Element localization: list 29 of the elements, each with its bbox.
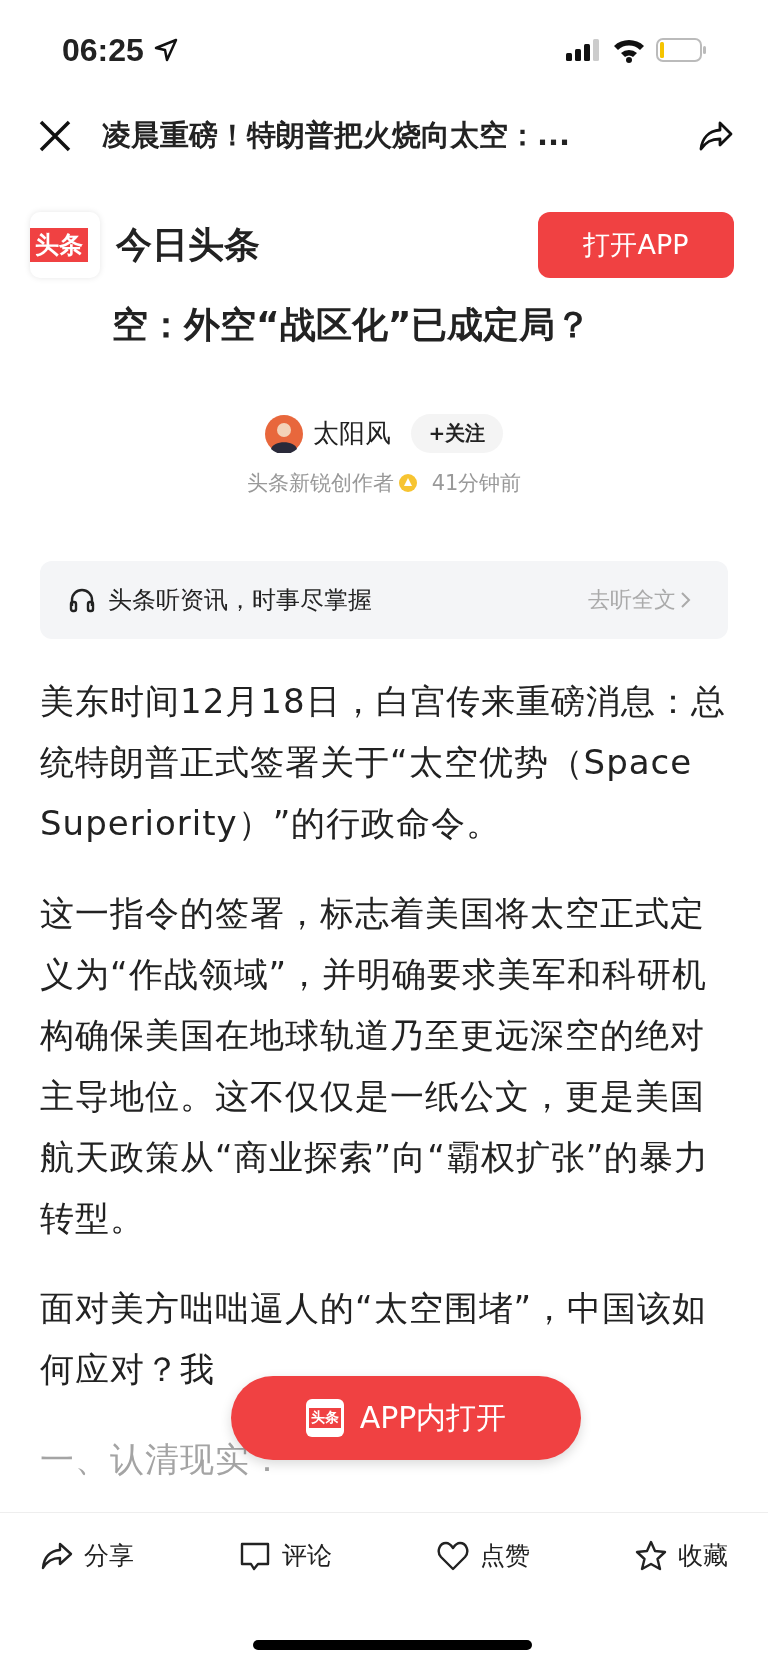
- toolbar-button[interactable]: 评论: [238, 1538, 332, 1573]
- author-role: 头条新锐创作者: [246, 470, 394, 497]
- location-arrow-icon: [153, 38, 178, 62]
- close-icon[interactable]: [38, 119, 72, 153]
- app-logo: 头条: [30, 212, 100, 278]
- article-title: 空：外空“战区化”已成定局？: [111, 303, 593, 347]
- audio-text: 头条听资讯，时事尽掌握: [108, 585, 373, 616]
- follow-button[interactable]: +关注: [410, 414, 504, 453]
- badge-icon: [397, 473, 418, 493]
- open-app-button[interactable]: 打开APP: [538, 212, 734, 278]
- star-icon: [634, 1538, 668, 1573]
- battery-icon: [656, 37, 708, 63]
- toolbar-button[interactable]: 收藏: [634, 1538, 728, 1573]
- paragraph: 美东时间12月18日，白宫传来重磅消息：总统特朗普正式签署关于“太空优势（Space Superiority）”的行政命令。: [40, 680, 727, 845]
- status-time: 06:25: [62, 31, 144, 69]
- signal-icon: [566, 38, 602, 62]
- page-title: 凌晨重磅！特朗普把火烧向太空：...: [102, 117, 572, 154]
- author-name[interactable]: 太阳风: [312, 416, 391, 451]
- chevron-icon: [680, 590, 692, 610]
- share-icon[interactable]: [698, 120, 734, 152]
- avatar-icon: [264, 414, 303, 453]
- toolbar-button[interactable]: 分享: [40, 1538, 134, 1573]
- app-name: 今日头条: [116, 222, 261, 267]
- audio-banner[interactable]: 头条听资讯，时事尽掌握 去听全文: [40, 561, 728, 639]
- wifi-icon: [612, 37, 646, 63]
- post-time: 41分钟前: [431, 470, 522, 497]
- paragraph: 这一指令的签署，标志着美国将太空正式定义为“作战领域”，并明确要求美军和科研机构确保美国在地球轨道乃至更远深空的绝对主导地位。这不仅仅是一纸公文，更是美国航天政策从“商业探索”向“霸权扩张”的暴力转型。: [40, 892, 711, 1240]
- toolbar-button[interactable]: 点赞: [436, 1538, 530, 1573]
- headphones-icon: [68, 586, 96, 614]
